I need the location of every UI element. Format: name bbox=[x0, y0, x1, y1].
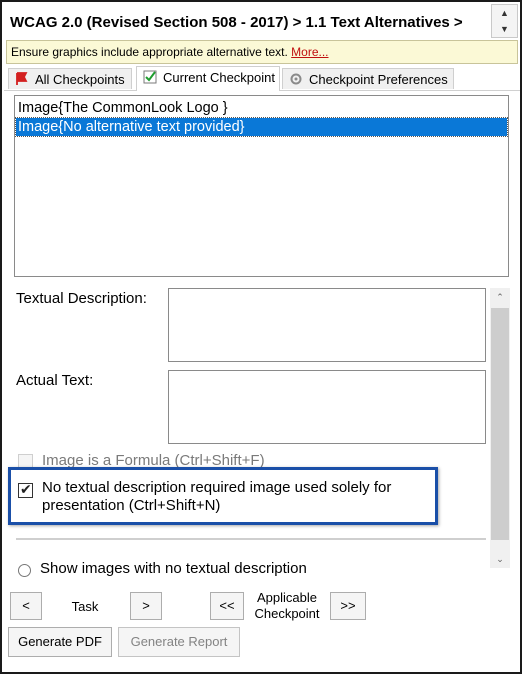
generate-report-button[interactable]: Generate Report bbox=[118, 627, 240, 657]
checkpoint-prev-button[interactable]: << bbox=[210, 592, 244, 620]
more-link[interactable]: More... bbox=[291, 45, 328, 59]
show-images-label: Show images with no textual description bbox=[40, 560, 307, 577]
checkpoint-label-line-2: Checkpoint bbox=[254, 606, 320, 621]
checkpoint-label-line-1: Applicable bbox=[257, 590, 317, 605]
actual-text-input[interactable] bbox=[168, 370, 486, 444]
tab-checkpoint-preferences[interactable]: Checkpoint Preferences bbox=[282, 68, 454, 89]
settings-icon bbox=[290, 73, 302, 85]
no-description-label-line-2: presentation (Ctrl+Shift+N) bbox=[42, 497, 221, 514]
task-prev-button[interactable]: < bbox=[10, 592, 42, 620]
actual-text-label: Actual Text: bbox=[16, 372, 94, 389]
scroll-up-icon[interactable]: ⌃ bbox=[490, 288, 510, 306]
tab-all-checkpoints[interactable]: All Checkpoints bbox=[8, 68, 132, 89]
list-item[interactable]: Image{The CommonLook Logo } bbox=[16, 99, 507, 117]
tab-current-checkpoint[interactable]: Current Checkpoint bbox=[136, 66, 280, 91]
no-description-label-line-1: No textual description required image us… bbox=[42, 479, 392, 496]
no-description-checkbox[interactable] bbox=[18, 481, 33, 498]
scroll-down-icon[interactable]: ⌄ bbox=[490, 550, 510, 568]
form-scrollbar[interactable]: ⌃ ⌄ bbox=[490, 288, 510, 568]
results-list[interactable]: Image{The CommonLook Logo } Image{No alt… bbox=[14, 95, 509, 277]
no-description-label: No textual description required image us… bbox=[42, 479, 391, 515]
flag-icon bbox=[16, 72, 28, 85]
show-images-radio[interactable] bbox=[18, 564, 31, 577]
chevron-down-icon[interactable]: ▼ bbox=[492, 21, 517, 37]
list-item-selected[interactable]: Image{No alternative text provided} bbox=[15, 117, 508, 137]
checkpoint-hint: Ensure graphics include appropriate alte… bbox=[6, 40, 518, 64]
hint-text: Ensure graphics include appropriate alte… bbox=[11, 45, 292, 59]
tab-label: Checkpoint Preferences bbox=[309, 72, 448, 87]
task-label: Task bbox=[71, 599, 99, 614]
tab-bar: All Checkpoints Current Checkpoint Check… bbox=[4, 66, 520, 91]
scroll-thumb[interactable] bbox=[491, 308, 509, 540]
breadcrumb-text: WCAG 2.0 (Revised Section 508 - 2017) > … bbox=[10, 14, 463, 38]
breadcrumb: WCAG 2.0 (Revised Section 508 - 2017) > … bbox=[4, 4, 490, 38]
textual-description-label: Textual Description: bbox=[16, 290, 147, 307]
separator bbox=[16, 538, 486, 540]
textual-description-input[interactable] bbox=[168, 288, 486, 362]
no-description-highlight: No textual description required image us… bbox=[8, 467, 438, 525]
tab-label: Current Checkpoint bbox=[163, 70, 275, 85]
chevron-up-icon[interactable]: ▲ bbox=[492, 5, 517, 21]
generate-pdf-button[interactable]: Generate PDF bbox=[8, 627, 112, 657]
checkmark-icon bbox=[143, 70, 157, 84]
task-next-button[interactable]: > bbox=[130, 592, 162, 620]
breadcrumb-scroll[interactable]: ▲ ▼ bbox=[491, 4, 518, 38]
description-form: Textual Description: Actual Text: Image … bbox=[4, 286, 490, 586]
checkpoint-panel: WCAG 2.0 (Revised Section 508 - 2017) > … bbox=[0, 0, 522, 674]
checkpoint-label: Applicable Checkpoint bbox=[250, 590, 324, 622]
tab-label: All Checkpoints bbox=[35, 72, 125, 87]
checkpoint-next-button[interactable]: >> bbox=[330, 592, 366, 620]
